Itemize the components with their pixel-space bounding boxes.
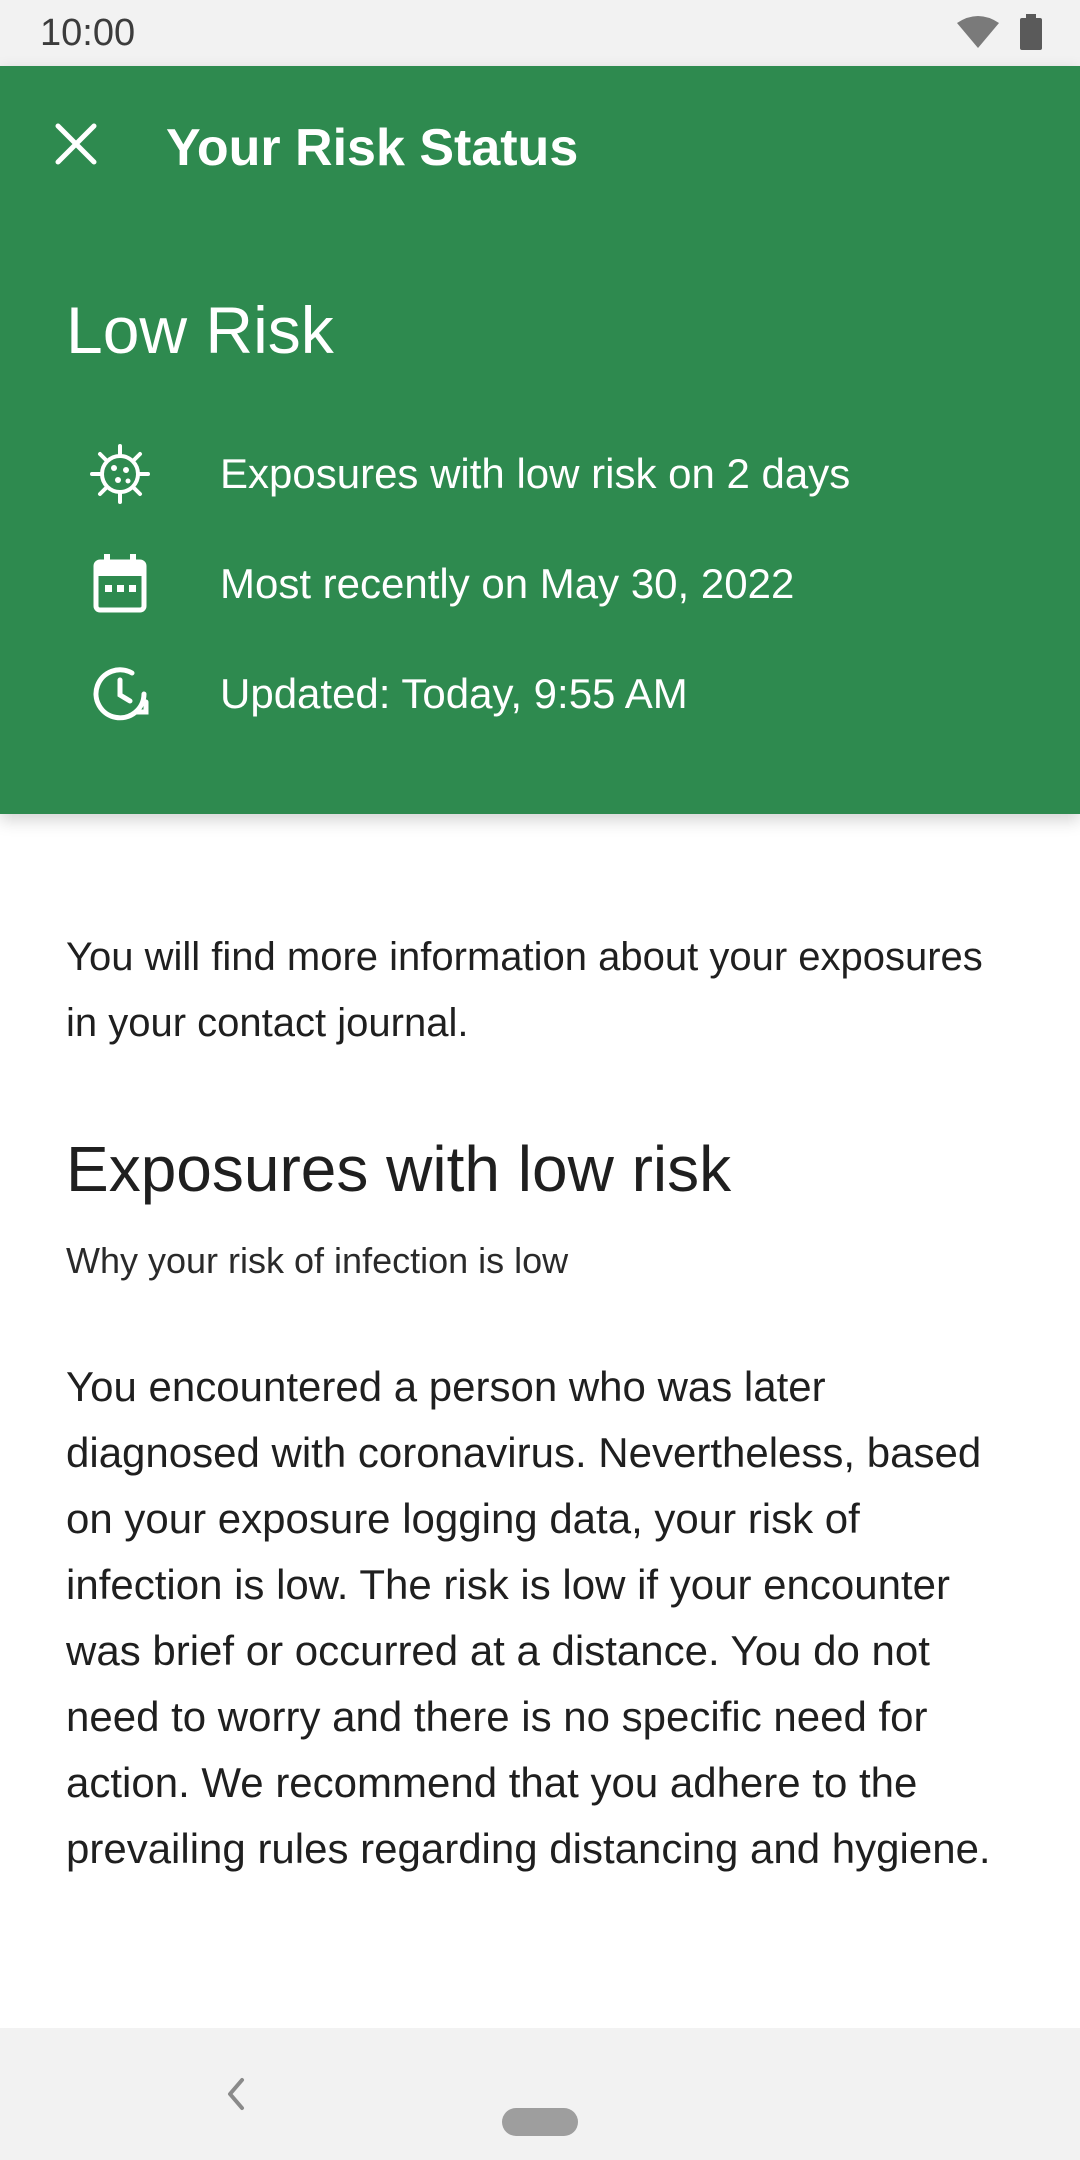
risk-header: Your Risk Status Low Risk Exposures with…: [0, 66, 1080, 814]
back-icon: [228, 2078, 244, 2110]
last-exposure-row: Most recently on May 30, 2022: [86, 550, 794, 618]
updated-row: Updated: Today, 9:55 AM: [86, 660, 688, 728]
risk-level-label: Low Risk: [66, 293, 334, 367]
status-bar: 10:00: [0, 0, 1080, 66]
close-button[interactable]: [44, 112, 108, 176]
virus-icon: [86, 440, 154, 508]
close-icon: [55, 123, 97, 165]
calendar-icon: [86, 550, 154, 618]
home-button[interactable]: [502, 2108, 578, 2136]
wifi-icon: [956, 15, 1000, 54]
risk-explanation: You encountered a person who was later d…: [66, 1363, 991, 1872]
clock-refresh-icon: [86, 660, 154, 728]
battery-icon: [1020, 14, 1042, 55]
status-time: 10:00: [40, 12, 136, 54]
status-icons: [956, 14, 1042, 55]
exposure-count-row: Exposures with low risk on 2 days: [86, 440, 850, 508]
updated-text: Updated: Today, 9:55 AM: [220, 670, 688, 717]
section-title: Exposures with low risk: [66, 1133, 732, 1205]
exposure-count-text: Exposures with low risk on 2 days: [220, 450, 851, 497]
last-exposure-text: Most recently on May 30, 2022: [220, 560, 795, 607]
section-subtitle: Why your risk of infection is low: [66, 1240, 569, 1281]
navigation-bar: [0, 2028, 1080, 2160]
contact-journal-intro: You will find more information about you…: [66, 935, 983, 1045]
back-button[interactable]: [216, 2072, 256, 2116]
page-title: Your Risk Status: [166, 119, 579, 177]
